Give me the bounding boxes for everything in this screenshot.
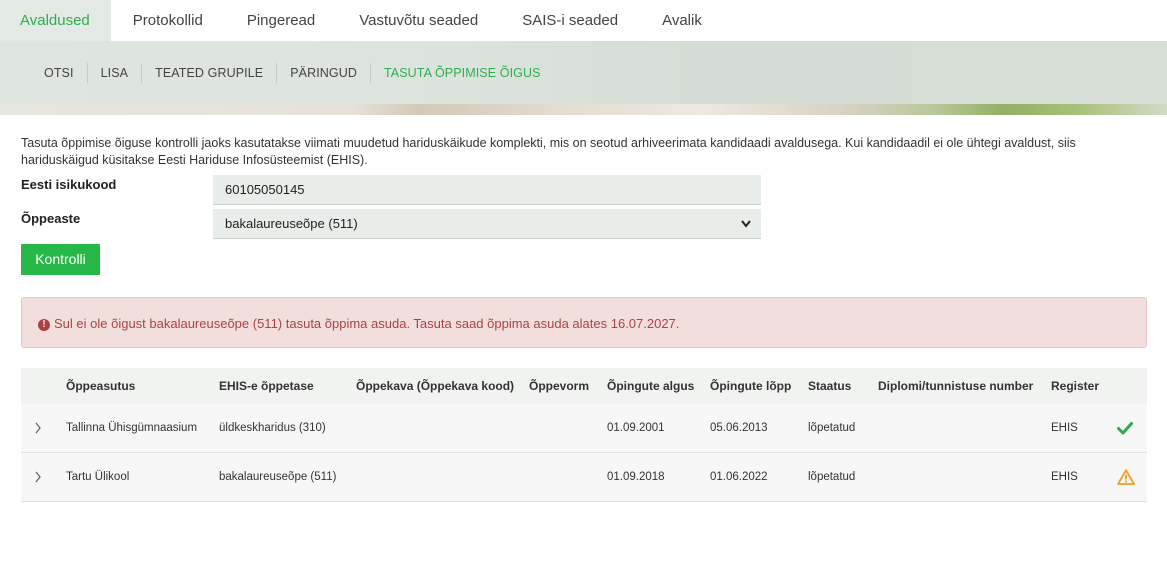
tab-avalik[interactable]: Avalik [640,0,724,41]
tab-protokollid[interactable]: Protokollid [111,0,225,41]
level-label: Õppeaste [21,211,81,226]
chevron-right-icon[interactable] [34,453,42,520]
cell-opingute-algus: 01.09.2001 [607,422,665,434]
subnav-lisa[interactable]: LISA [86,63,142,83]
cell-staatus: lõpetatud [808,422,856,434]
cell-oppeasutus: Tartu Ülikool [66,471,130,483]
cell-register: EHIS [1051,422,1078,434]
col-header-register[interactable]: Register [1051,368,1099,404]
tab-avaldused[interactable]: Avaldused [0,0,111,41]
col-header-ehis-oppetase[interactable]: EHIS-e õppetase [219,368,314,404]
col-header-staatus[interactable]: Staatus [808,368,851,404]
subnav-tasuta-oppimise-oigus[interactable]: TASUTA ÕPPIMISE ÕIGUS [370,63,554,83]
subnav-paringud[interactable]: PÄRINGUD [276,63,370,83]
warning-icon [1117,469,1135,485]
col-header-oppeasutus[interactable]: Õppeasutus [66,368,135,404]
table-header: Õppeasutus EHIS-e õppetase Õppekava (Õpp… [21,368,1147,404]
education-history-table: Õppeasutus EHIS-e õppetase Õppekava (Õpp… [21,368,1147,502]
id-code-label: Eesti isikukood [21,177,117,192]
table-row[interactable]: Tallinna Ühisgümnaasium üldkeskharidus (… [21,404,1147,453]
col-header-opingute-algus[interactable]: Õpingute algus [607,368,694,404]
cell-opingute-algus: 01.09.2018 [607,471,665,483]
col-header-oppekava[interactable]: Õppekava (Õppekava kood) [356,368,514,404]
top-tab-bar: Avaldused Protokollid Pingeread Vastuvõt… [0,0,1167,41]
level-select-value: bakalaureuseõpe (511) [225,216,358,231]
cell-oppeasutus: Tallinna Ühisgümnaasium [66,422,198,434]
cell-ehis-oppetase: bakalaureuseõpe (511) [219,471,337,483]
info-text: Tasuta õppimise õiguse kontrolli jaoks k… [21,136,1076,167]
subnav-otsi[interactable]: OTSI [31,63,87,83]
banner-image-strip [0,104,1167,115]
chevron-down-icon [741,209,751,251]
cell-register: EHIS [1051,471,1078,483]
level-select[interactable]: bakalaureuseõpe (511) [213,209,761,239]
sub-navigation: OTSI LISA TEATED GRUPILE PÄRINGUD TASUTA… [31,56,554,90]
alert-message: Sul ei ole õigust bakalaureuseõpe (511) … [54,316,680,331]
col-header-diplomi-number[interactable]: Diplomi/tunnistuse number [878,368,1033,404]
col-header-opingute-lopp[interactable]: Õpingute lõpp [710,368,791,404]
tab-pingeread[interactable]: Pingeread [225,0,337,41]
check-button[interactable]: Kontrolli [21,244,100,275]
cell-opingute-lopp: 05.06.2013 [710,422,768,434]
header-banner: OTSI LISA TEATED GRUPILE PÄRINGUD TASUTA… [0,41,1167,115]
exclamation-circle-icon: ! [38,319,50,331]
id-code-input[interactable]: 60105050145 [213,175,761,205]
cell-staatus: lõpetatud [808,471,856,483]
col-header-oppevorm[interactable]: Õppevorm [529,368,589,404]
subnav-teated-grupile[interactable]: TEATED GRUPILE [141,63,276,83]
check-icon [1117,420,1133,436]
tab-sais-seaded[interactable]: SAIS-i seaded [500,0,640,41]
tab-vastuvotu-seaded[interactable]: Vastuvõtu seaded [337,0,500,41]
cell-opingute-lopp: 01.06.2022 [710,471,768,483]
error-alert: ! Sul ei ole õigust bakalaureuseõpe (511)… [21,297,1147,348]
cell-ehis-oppetase: üldkeskharidus (310) [219,422,326,434]
id-code-value: 60105050145 [225,182,305,197]
table-row[interactable]: Tartu Ülikool bakalaureuseõpe (511) 01.0… [21,453,1147,502]
